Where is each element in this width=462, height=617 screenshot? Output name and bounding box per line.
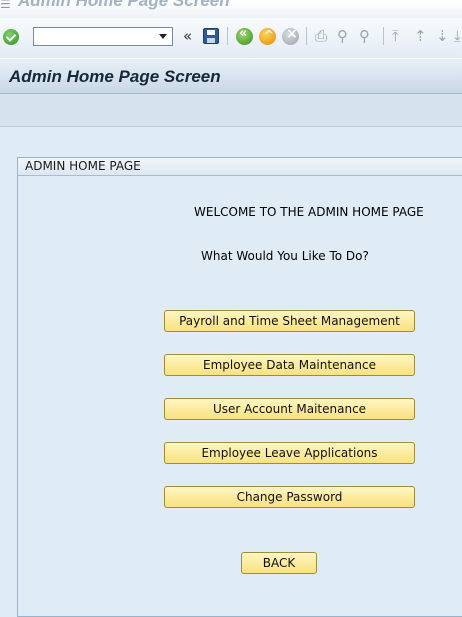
employee-leave-button[interactable]: Employee Leave Applications [164, 442, 415, 464]
find-icon[interactable]: ⚲ [337, 27, 348, 45]
back-icon[interactable] [236, 26, 253, 45]
dropdown-icon[interactable] [154, 28, 172, 45]
back-button[interactable]: BACK [241, 552, 317, 574]
next-page-icon[interactable]: ⇣ [436, 27, 449, 45]
question-text: What Would You Like To Do? [201, 249, 369, 263]
previous-page-icon[interactable]: ⇡ [414, 27, 427, 45]
check-icon[interactable] [3, 29, 19, 45]
group-box-title: ADMIN HOME PAGE [18, 158, 462, 176]
command-field[interactable] [33, 27, 173, 46]
payroll-timesheet-button[interactable]: Payroll and Time Sheet Management [164, 310, 415, 332]
first-page-icon[interactable]: ⤒ [392, 27, 399, 45]
user-account-button[interactable]: User Account Maitenance [164, 398, 415, 420]
toolbar-separator [383, 27, 384, 45]
print-icon[interactable]: ⎙ [315, 27, 327, 45]
window-menu-icon[interactable]: ☰ [0, 0, 11, 11]
window-title-bar: ☰ Admin Home Page Screen [0, 0, 462, 18]
welcome-text: WELCOME TO THE ADMIN HOME PAGE [194, 205, 424, 219]
find-next-icon[interactable]: ⚲ [359, 27, 370, 45]
toolbar-separator [227, 27, 228, 45]
save-icon[interactable] [203, 28, 219, 44]
application-toolbar [0, 94, 462, 127]
employee-data-button[interactable]: Employee Data Maintenance [164, 354, 415, 376]
history-icon[interactable]: « [183, 27, 192, 45]
change-password-button[interactable]: Change Password [164, 486, 415, 508]
window-title: Admin Home Page Screen [18, 0, 230, 10]
toolbar-separator [306, 27, 307, 45]
last-page-icon[interactable]: ⤓ [454, 27, 461, 45]
screen-title: Admin Home Page Screen [9, 67, 221, 86]
system-toolbar: « ⎙ ⚲ ⚲ ⤒ ⇡ ⇣ ⤓ [0, 18, 462, 58]
screen-header: Admin Home Page Screen [0, 58, 462, 94]
exit-icon[interactable] [259, 28, 276, 45]
cancel-icon[interactable] [282, 26, 299, 45]
admin-home-group-box: ADMIN HOME PAGE [17, 157, 462, 617]
